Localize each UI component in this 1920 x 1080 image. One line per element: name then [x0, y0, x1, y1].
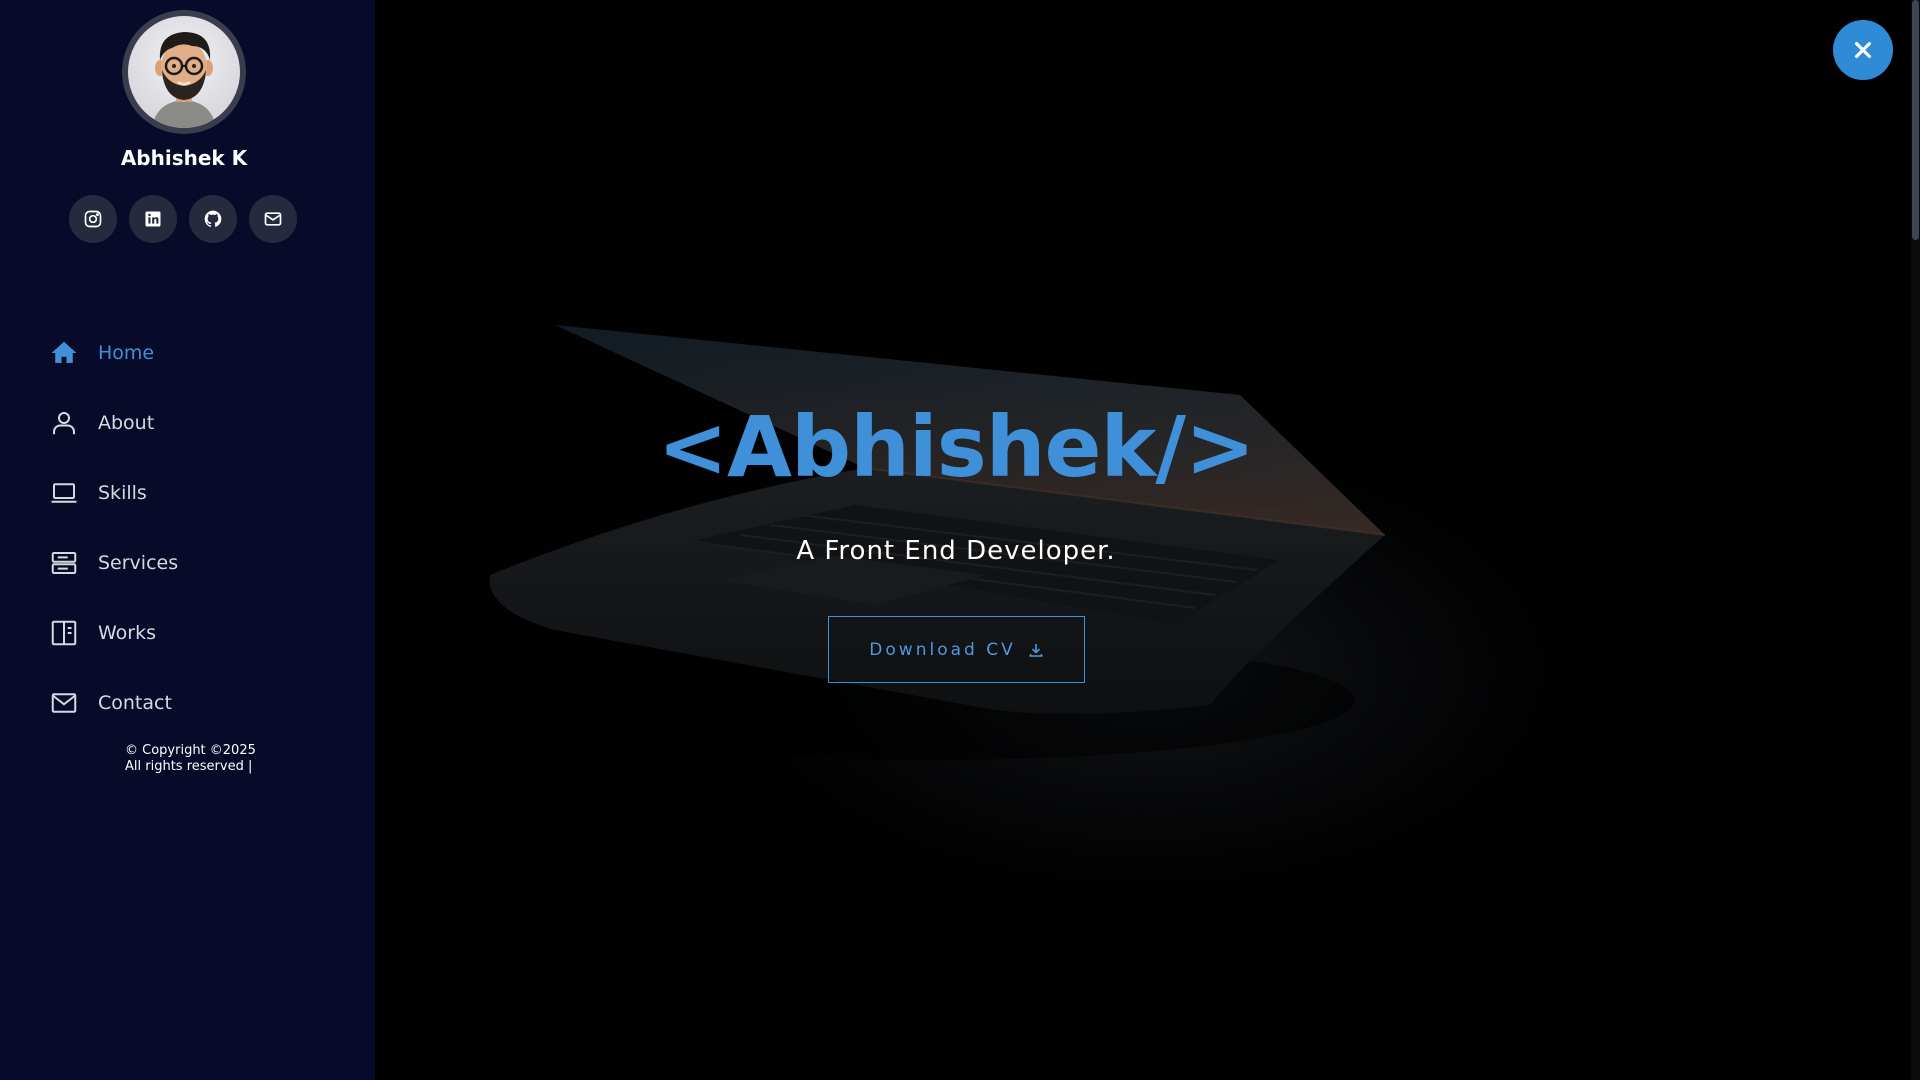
hero-headline: <Abhishek/> — [657, 398, 1256, 496]
nav-label: Home — [98, 342, 155, 364]
close-icon — [1854, 41, 1872, 59]
nav-item-about[interactable]: About — [48, 388, 178, 458]
user-icon — [48, 407, 80, 439]
copyright-line: © Copyright ©2025 — [125, 743, 256, 758]
nav-item-home[interactable]: Home — [48, 318, 178, 388]
avatar[interactable] — [122, 10, 246, 134]
columns-icon — [48, 617, 80, 649]
nav-label: Services — [98, 552, 179, 574]
scrollbar-thumb[interactable] — [1912, 0, 1919, 240]
mail-icon — [264, 212, 282, 226]
rights-line: All rights reserved | — [125, 759, 253, 774]
page-scrollbar[interactable] — [1911, 0, 1920, 1080]
github-button[interactable] — [189, 195, 237, 243]
nav-item-contact[interactable]: Contact — [48, 668, 178, 738]
sidebar: Abhishek K Home About Skills Services Wo… — [0, 0, 375, 1080]
nav-label: Works — [98, 622, 157, 644]
envelope-icon — [48, 687, 80, 719]
copyright: © Copyright ©2025 All rights reserved | — [125, 743, 256, 775]
github-icon — [204, 210, 222, 227]
download-cv-button[interactable]: Download CV — [828, 616, 1085, 683]
close-menu-button[interactable] — [1833, 20, 1893, 80]
server-icon — [48, 547, 80, 579]
instagram-icon — [84, 210, 102, 228]
memoji-avatar-icon — [128, 16, 240, 128]
email-button[interactable] — [249, 195, 297, 243]
download-cv-label: Download CV — [869, 639, 1016, 660]
linkedin-button[interactable] — [129, 195, 177, 243]
home-icon — [48, 337, 80, 369]
download-icon — [1029, 643, 1043, 657]
nav-item-skills[interactable]: Skills — [48, 458, 178, 528]
main-nav: Home About Skills Services Works Contact — [48, 318, 178, 738]
linkedin-icon — [145, 211, 161, 227]
nav-item-works[interactable]: Works — [48, 598, 178, 668]
hero-subtitle: A Front End Developer. — [796, 536, 1116, 566]
instagram-button[interactable] — [69, 195, 117, 243]
nav-label: Skills — [98, 482, 147, 504]
profile-name: Abhishek K — [120, 146, 248, 170]
social-links — [69, 195, 297, 243]
nav-item-services[interactable]: Services — [48, 528, 178, 598]
hero-section: <Abhishek/> A Front End Developer. Downl… — [375, 0, 1920, 1080]
nav-label: Contact — [98, 692, 172, 714]
nav-label: About — [98, 412, 155, 434]
laptop-icon — [48, 477, 80, 509]
